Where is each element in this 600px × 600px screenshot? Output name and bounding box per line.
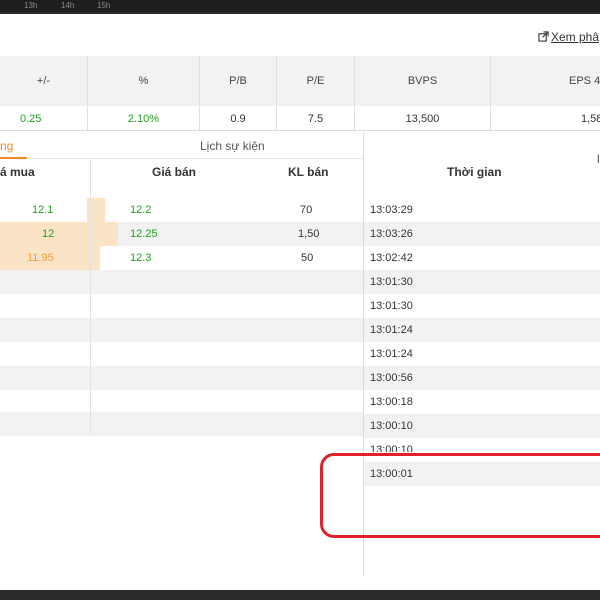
time-header: Thời gian	[447, 165, 502, 179]
orderbook-row: 12 12.25 1,50	[0, 222, 363, 246]
metric-header-percent: %	[88, 56, 200, 106]
trade-row: 13:01:30	[364, 270, 600, 294]
trade-time: 13:02:42	[370, 252, 413, 264]
ask-volume: 50	[301, 252, 314, 264]
trade-row: 13:00:56	[364, 366, 600, 390]
tab-events[interactable]: Lịch sự kiện	[200, 133, 265, 159]
metric-header-eps: EPS 4	[491, 56, 600, 106]
ask-volume-header: KL bán	[288, 165, 329, 179]
tab-bar: ng Lịch sự kiện	[0, 133, 363, 159]
metric-header-change: +/-	[0, 56, 88, 106]
ask-price-header: Giá bán	[152, 165, 197, 179]
ask-price: 12.2	[130, 204, 152, 216]
metric-value-bvps: 13,500	[355, 107, 491, 131]
ask-volume: 1,50	[298, 228, 320, 240]
trade-time: 13:01:24	[370, 348, 413, 360]
tab-orderbook[interactable]: ng	[0, 133, 28, 159]
trade-time: 13:01:30	[370, 276, 413, 288]
trade-row: 13:02:42	[364, 246, 600, 270]
orderbook-row-empty	[0, 390, 363, 414]
orderbook-header: á mua Giá bán KL bán	[0, 160, 363, 184]
metric-header-pb: P/B	[200, 56, 277, 106]
trade-time: 13:00:10	[370, 420, 413, 432]
orderbook-row-empty	[0, 342, 363, 366]
timeline-tick: 13h	[24, 1, 38, 10]
trade-time: 13:00:18	[370, 396, 413, 408]
metric-value-change: 0.25	[0, 107, 88, 131]
trade-time: 13:03:29	[370, 204, 413, 216]
highlight-annotation	[320, 453, 600, 538]
bid-price: 11.95	[27, 252, 54, 264]
trade-row: 13:00:18	[364, 390, 600, 414]
bottom-bar	[0, 590, 600, 600]
trade-time: 13:03:26	[370, 228, 413, 240]
orderbook-row: 12.1 12.2 70	[0, 198, 363, 222]
timeline-tick: 15h	[97, 1, 111, 10]
ask-depth-bar	[91, 222, 118, 246]
timeline-bar: 13h 14h 15h	[0, 0, 600, 12]
view-analysis-link[interactable]: Xem phâ	[538, 30, 599, 44]
bid-price: 12.1	[32, 204, 54, 216]
metric-value-percent: 2.10%	[88, 107, 200, 131]
orderbook-row-empty	[0, 412, 363, 436]
metric-header-bvps: BVPS	[355, 56, 491, 106]
metric-value-eps: 1,58	[491, 107, 600, 131]
trades-header: Thời gian	[364, 160, 600, 184]
bid-price-header: á mua	[0, 165, 35, 179]
trade-row: 13:00:10	[364, 438, 600, 452]
orderbook-row-empty	[0, 366, 363, 390]
orderbook-row-empty	[0, 294, 363, 318]
ask-price: 12.25	[130, 228, 158, 240]
trade-row: 13:01:24	[364, 318, 600, 342]
timeline-tick: 14h	[61, 1, 75, 10]
external-link-icon	[538, 31, 549, 42]
metric-value-pb: 0.9	[200, 107, 277, 131]
trade-row: 13:03:26	[364, 222, 600, 246]
orderbook-row-empty	[0, 270, 363, 294]
view-analysis-label: Xem phâ	[551, 30, 600, 44]
trade-time: 13:01:24	[370, 324, 413, 336]
metric-value-pe: 7.5	[277, 107, 355, 131]
orderbook-row-empty	[0, 318, 363, 342]
orderbook-divider	[90, 160, 91, 435]
trade-time: 13:00:56	[370, 372, 413, 384]
trade-row: 13:00:10	[364, 414, 600, 438]
trade-row: 13:01:24	[364, 342, 600, 366]
orderbook-row: 11.95 12.3 50	[0, 246, 363, 270]
trade-time: 13:00:10	[370, 444, 413, 452]
ask-price: 12.3	[130, 252, 152, 264]
trade-time: 13:01:30	[370, 300, 413, 312]
trade-row: 13:03:29	[364, 198, 600, 222]
bid-price: 12	[42, 228, 55, 240]
metric-header-pe: P/E	[277, 56, 355, 106]
trade-row: 13:01:30	[364, 294, 600, 318]
ask-volume: 70	[300, 204, 313, 216]
